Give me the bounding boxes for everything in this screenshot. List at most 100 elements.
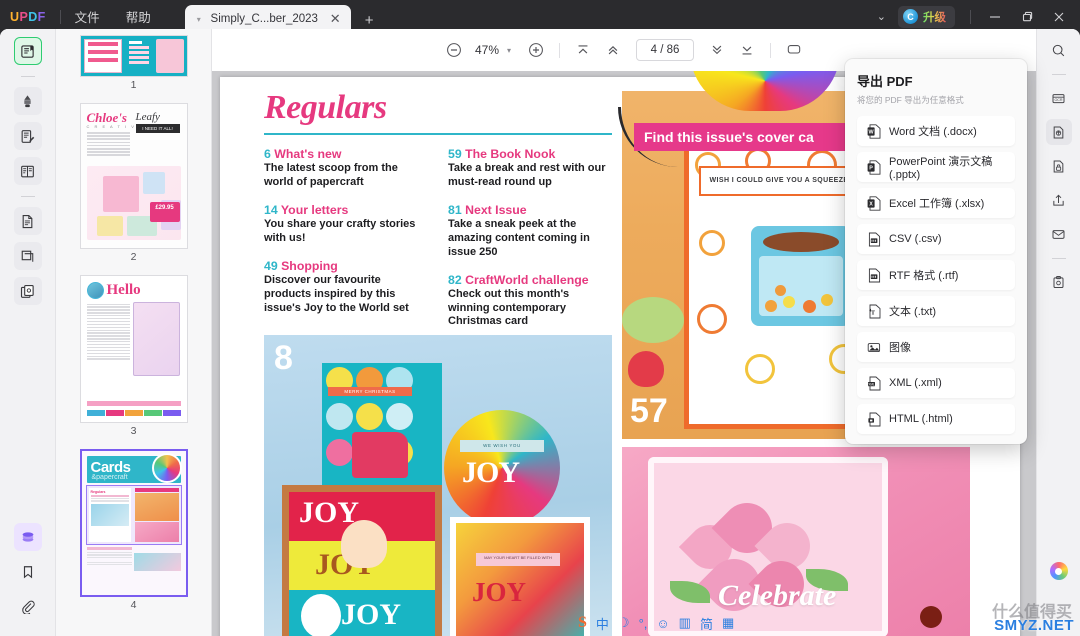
ime-lang-toggle[interactable]: 中	[596, 614, 609, 633]
export-option-txt[interactable]: T 文本 (.txt)	[857, 296, 1015, 326]
photo-number: 8	[274, 339, 293, 377]
updf-window: U P D F 文件 帮助 ▾ Simply_C...ber_2023 ✕ + …	[0, 0, 1080, 636]
thumbnail-page-4[interactable]: Cards &papercraft Regulars	[79, 449, 188, 597]
entry-page-number: 59	[448, 147, 462, 161]
export-option-csv[interactable]: CSV (.csv)	[857, 224, 1015, 254]
sidebar-item-organize[interactable]	[13, 277, 42, 305]
sidebar-item-form[interactable]	[13, 157, 42, 185]
entry-desc: Take a break and rest with our must-read…	[448, 162, 606, 188]
prev-page-button[interactable]	[598, 35, 628, 65]
ocr-icon[interactable]: OCR	[1046, 85, 1072, 111]
word-icon: W	[867, 123, 881, 139]
crown-badge-icon: C	[903, 9, 918, 24]
sidebar-item-annotate[interactable]	[13, 122, 42, 150]
export-option-excel[interactable]: X Excel 工作簿 (.xlsx)	[857, 188, 1015, 218]
regulars-entry: 82 CraftWorld challenge Check out this m…	[448, 273, 612, 330]
right-tool-rail: OCR	[1036, 29, 1080, 636]
ime-keyboard-icon[interactable]: ▥	[679, 615, 691, 631]
ime-emoji-icon[interactable]: ☺	[656, 616, 669, 631]
thumbnail-page-2[interactable]: Chloe's C R E A T I V E Leafy I NEED IT …	[79, 103, 188, 249]
thumbnail-panel[interactable]: 1 Chloe's C R E A T I V E Leafy I NEED I…	[56, 29, 212, 636]
share-icon[interactable]	[1046, 187, 1072, 213]
next-page-button[interactable]	[702, 35, 732, 65]
zoom-out-button[interactable]	[439, 35, 469, 65]
export-option-image[interactable]: 图像	[857, 332, 1015, 362]
ai-floating-button[interactable]	[1046, 558, 1072, 584]
ime-grid-icon[interactable]: ▦	[722, 615, 734, 631]
export-option-xml[interactable]: XML XML (.xml)	[857, 368, 1015, 398]
sogou-logo-icon: S	[578, 614, 587, 631]
entry-page-number: 14	[264, 202, 278, 217]
zoom-in-button[interactable]	[521, 35, 551, 65]
ime-punctuation-icon[interactable]: °,	[639, 616, 648, 631]
sign-icon[interactable]	[1046, 269, 1072, 295]
csv-icon	[867, 232, 881, 247]
card-text-celebrate: Celebrate	[718, 579, 837, 612]
thumbnail-page-1[interactable]	[79, 35, 188, 77]
regulars-column-1: 6 What's new The latest scoop from the w…	[264, 147, 428, 342]
ai-sparkle-icon	[1049, 562, 1068, 580]
card-merry-christmas: MERRY CHRISTMAS	[322, 363, 442, 488]
sidebar-item-reader[interactable]	[13, 37, 42, 65]
sidebar-item-bookmark[interactable]	[14, 558, 42, 586]
app-shell: 1 Chloe's C R E A T I V E Leafy I NEED I…	[0, 29, 1080, 636]
image-icon	[867, 340, 881, 355]
card-text-joy: JOY	[341, 598, 401, 631]
view-mode-button[interactable]	[779, 35, 809, 65]
html-icon	[867, 412, 881, 427]
divider	[770, 42, 772, 58]
thumb3-columns	[86, 302, 181, 376]
thumb1-block-mid	[125, 36, 153, 76]
txt-icon: T	[867, 304, 881, 319]
divider	[59, 9, 61, 24]
export-option-label: PowerPoint 演示文稿 (.pptx)	[889, 156, 993, 181]
sidebar-item-ai-assistant[interactable]	[13, 523, 42, 551]
search-icon[interactable]	[1046, 37, 1072, 63]
protect-icon[interactable]	[1046, 153, 1072, 179]
export-option-word[interactable]: W Word 文档 (.docx)	[857, 116, 1015, 146]
last-page-button[interactable]	[732, 35, 762, 65]
card-inner: JOY JOY JOY	[289, 492, 435, 636]
entry-page-number: 6	[264, 147, 271, 161]
upgrade-label: 升级	[923, 9, 946, 25]
thumbnail-number: 2	[130, 251, 137, 263]
email-icon[interactable]	[1046, 221, 1072, 247]
menu-file[interactable]: 文件	[75, 7, 100, 26]
zoom-level-label[interactable]: 47%	[469, 43, 505, 57]
export-option-label: RTF 格式 (.rtf)	[889, 270, 959, 282]
thumb3-header: Hello	[86, 282, 181, 299]
menu-help[interactable]: 帮助	[126, 7, 151, 26]
first-page-button[interactable]	[568, 35, 598, 65]
upgrade-button[interactable]: C 升级	[898, 5, 955, 28]
powerpoint-icon: P	[867, 159, 881, 175]
export-pdf-panel[interactable]: 导出 PDF 将您的 PDF 导出为任意格式 W Word 文档 (.docx)…	[845, 59, 1027, 444]
ime-toolbar[interactable]: S 中 ☽ °, ☺ ▥ 简 ▦	[572, 612, 740, 634]
page-indicator[interactable]: 4 / 86	[636, 39, 695, 61]
export-option-rtf[interactable]: RTF 格式 (.rtf)	[857, 260, 1015, 290]
chevron-down-icon[interactable]: ▾	[197, 15, 201, 24]
sidebar-item-page-edit[interactable]	[13, 207, 42, 235]
thumb4-selected-region: Regulars	[85, 485, 182, 545]
avatar	[86, 282, 104, 299]
thumbnail-page-3[interactable]: Hello	[79, 275, 188, 423]
ime-moon-icon[interactable]: ☽	[618, 615, 630, 631]
entry-desc: The latest scoop from the world of paper…	[264, 162, 398, 188]
close-icon[interactable]: ✕	[328, 11, 343, 27]
regulars-entry: 59 The Book Nook Take a break and rest w…	[448, 147, 612, 190]
shaker-window	[759, 256, 843, 316]
divider	[970, 9, 971, 24]
divider	[20, 76, 35, 77]
ime-simplified-icon[interactable]: 简	[700, 614, 713, 633]
compress-icon[interactable]	[1045, 119, 1072, 145]
thumb1-block-right	[155, 39, 184, 73]
chevron-down-icon[interactable]: ⌄	[867, 10, 896, 23]
sidebar-item-highlighter[interactable]	[13, 87, 42, 115]
chevron-down-icon[interactable]: ▾	[505, 46, 521, 55]
entry-title: Next Issue	[465, 202, 527, 217]
entry-title: What's new	[274, 147, 342, 161]
sidebar-item-attachment[interactable]	[14, 593, 42, 621]
sidebar-item-crop[interactable]	[13, 242, 42, 270]
card-inner: MAY YOUR HEART BE FILLED WITH JOY	[456, 523, 584, 636]
export-option-html[interactable]: HTML (.html)	[857, 404, 1015, 434]
export-option-powerpoint[interactable]: P PowerPoint 演示文稿 (.pptx)	[857, 152, 1015, 182]
